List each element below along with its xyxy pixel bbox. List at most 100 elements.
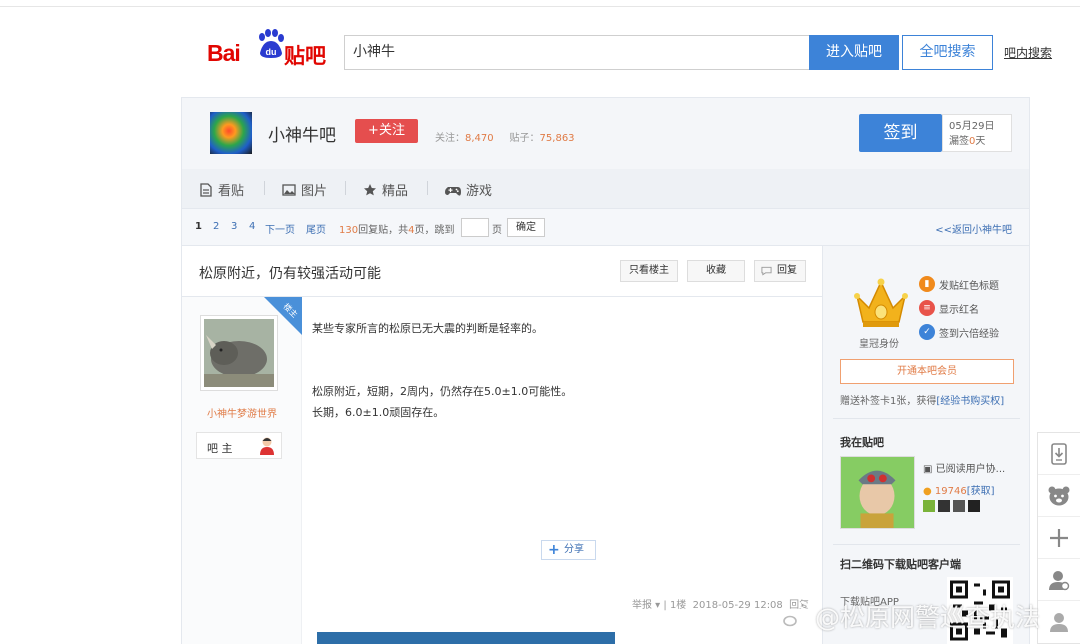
reply-count: 130 (339, 225, 359, 236)
sign-info: 05月29日 漏签0天 (942, 114, 1012, 152)
tdou-get-link[interactable]: [获取] (967, 486, 995, 497)
badge-icon[interactable] (938, 500, 950, 512)
plus-icon (1050, 528, 1068, 547)
user-icon (1049, 570, 1070, 590)
phone-download-icon (1051, 442, 1067, 465)
agreement-icon: ▣ (923, 464, 936, 475)
sidebar-divider (833, 418, 1020, 419)
report-dropdown-icon: ▾ | (652, 600, 670, 611)
follow-count: 8,470 (465, 133, 494, 144)
post-time: 2018-05-29 12:08 (692, 600, 783, 611)
reply-button-label: 回复 (777, 265, 797, 276)
user-center-button[interactable] (1038, 559, 1080, 601)
right-sidebar: 皇冠身份 ▮ 发贴红色标题 ≡ 显示红名 ✓ 签到六倍经验 开通本吧会员 赠送补… (823, 246, 1030, 644)
tdou-coin-icon: ● (923, 486, 935, 497)
badge-icon[interactable] (923, 500, 935, 512)
sign-missed-suffix: 天 (975, 136, 986, 147)
forum-header: 小神牛吧 +关注 关注：8,470 贴子：75,863 签到 05月29日 漏签… (181, 97, 1030, 169)
sign-missed-prefix: 漏签 (949, 136, 969, 147)
reply-summary: 130回复贴，共4页，跳到 (339, 221, 454, 236)
open-membership-button[interactable]: 开通本吧会员 (840, 359, 1014, 384)
post-content-line: 松原附近，短期，2周内，仍然存在5.0±1.0可能性。 (312, 385, 573, 398)
pager-bar: 1 2 3 4 下一页 尾页 130回复贴，共4页，跳到 页 确定 <<返回小神… (181, 208, 1030, 246)
sidebar-divider (833, 544, 1020, 545)
user-gear-icon (1050, 613, 1068, 632)
next-page-link[interactable]: 下一页 (265, 221, 295, 236)
post-area: 松原附近，仍有较强活动可能 只看楼主 收藏 回复 楼主 小神牛梦游世界 吧 主 … (181, 246, 823, 644)
baidu-tieba-logo[interactable]: Bai du 贴吧 (207, 24, 332, 68)
document-icon (200, 182, 212, 197)
floor-number: 1楼 (669, 600, 687, 611)
search-input[interactable]: 小神牛 (344, 35, 810, 70)
forum-avatar[interactable] (210, 112, 252, 154)
logo-tieba-text: 贴吧 (284, 44, 326, 68)
author-role: 吧 主 (207, 442, 233, 455)
logo-bai-text: Bai (207, 40, 241, 66)
gift-text: 赠送补签卡1张，获得[经验书购买权] (840, 392, 1004, 407)
search-all-button[interactable]: 全吧搜索 (902, 35, 993, 70)
tab-images[interactable]: 图片 (282, 180, 327, 199)
star-icon (364, 183, 376, 195)
back-to-forum-link[interactable]: <<返回小神牛吧 (935, 221, 1012, 236)
tab-games[interactable]: 游戏 (445, 180, 492, 199)
perk-red-name-icon: ≡ (919, 300, 935, 316)
perk-red-name: ≡ 显示红名 (919, 300, 979, 316)
badge-icon[interactable] (953, 500, 965, 512)
post-title: 松原附近，仍有较强活动可能 (199, 266, 381, 282)
floating-toolbar (1037, 432, 1080, 644)
plus-icon: + (548, 542, 560, 558)
reply-suffix: 回复贴，共 (358, 225, 409, 236)
in-forum-search-link[interactable]: 吧内搜索 (1004, 44, 1052, 61)
nav-divider (345, 181, 346, 195)
post-content-line: 长期，6.0±1.0顽固存在。 (312, 406, 445, 419)
jump-page-input[interactable] (461, 218, 489, 237)
my-forum-title: 我在贴吧 (840, 436, 884, 449)
page-unit: 页 (492, 225, 502, 236)
favorite-button[interactable]: 收藏 (687, 260, 745, 282)
perk-label: 显示红名 (939, 304, 979, 316)
chat-bubble-icon (761, 266, 772, 276)
page-3[interactable]: 3 (231, 221, 237, 232)
author-name[interactable]: 小神牛梦游世界 (182, 405, 302, 420)
jump-prefix: 页，跳到 (414, 225, 455, 236)
agreement-text[interactable]: 已阅读用户协... (936, 464, 1006, 475)
page-2[interactable]: 2 (213, 221, 219, 232)
add-post-button[interactable] (1038, 517, 1080, 559)
sign-in-button[interactable]: 签到 (859, 114, 942, 152)
forum-name[interactable]: 小神牛吧 (268, 121, 336, 146)
tab-featured[interactable]: 精品 (363, 180, 408, 199)
tab-featured-label: 精品 (382, 184, 409, 199)
my-avatar[interactable] (840, 456, 915, 529)
page-4[interactable]: 4 (249, 221, 255, 232)
tab-posts[interactable]: 看贴 (199, 180, 244, 199)
only-op-button[interactable]: 只看楼主 (620, 260, 678, 282)
avatar-character-graphic (841, 457, 914, 528)
tdou-status: ● 19746[获取] (923, 482, 995, 497)
share-button[interactable]: + 分享 (541, 540, 596, 560)
report-link[interactable]: 举报 (632, 600, 652, 611)
baidu-paw-icon: du (259, 29, 284, 58)
jump-confirm-button[interactable]: 确定 (507, 218, 545, 237)
crown-label: 皇冠身份 (859, 339, 899, 350)
forum-stats: 关注：8,470 贴子：75,863 (435, 129, 575, 144)
post-content-line: 某些专家所言的松原已无大震的判断是轻率的。 (312, 322, 543, 335)
tab-images-label: 图片 (301, 184, 328, 199)
follow-button[interactable]: +关注 (355, 119, 418, 143)
last-page-link[interactable]: 尾页 (306, 221, 326, 236)
image-icon (282, 183, 296, 196)
author-avatar[interactable] (200, 315, 278, 391)
perk-red-title-icon: ▮ (919, 276, 935, 292)
logo-du-text: du (266, 47, 277, 57)
moderator-icon (260, 437, 274, 455)
share-label: 分享 (564, 544, 584, 555)
badge-icon[interactable] (968, 500, 980, 512)
bear-paw-button[interactable] (1038, 475, 1080, 517)
download-app-button[interactable] (1038, 433, 1080, 475)
back-to-top-button[interactable] (1038, 601, 1080, 643)
reply-button[interactable]: 回复 (754, 260, 806, 282)
follow-count-label: 关注： (435, 133, 465, 144)
post-title-bar: 松原附近，仍有较强活动可能 只看楼主 收藏 回复 (182, 246, 822, 297)
exp-book-link[interactable]: [经验书购买权] (936, 396, 1004, 407)
top-divider (0, 6, 1080, 7)
enter-forum-button[interactable]: 进入贴吧 (809, 35, 899, 70)
